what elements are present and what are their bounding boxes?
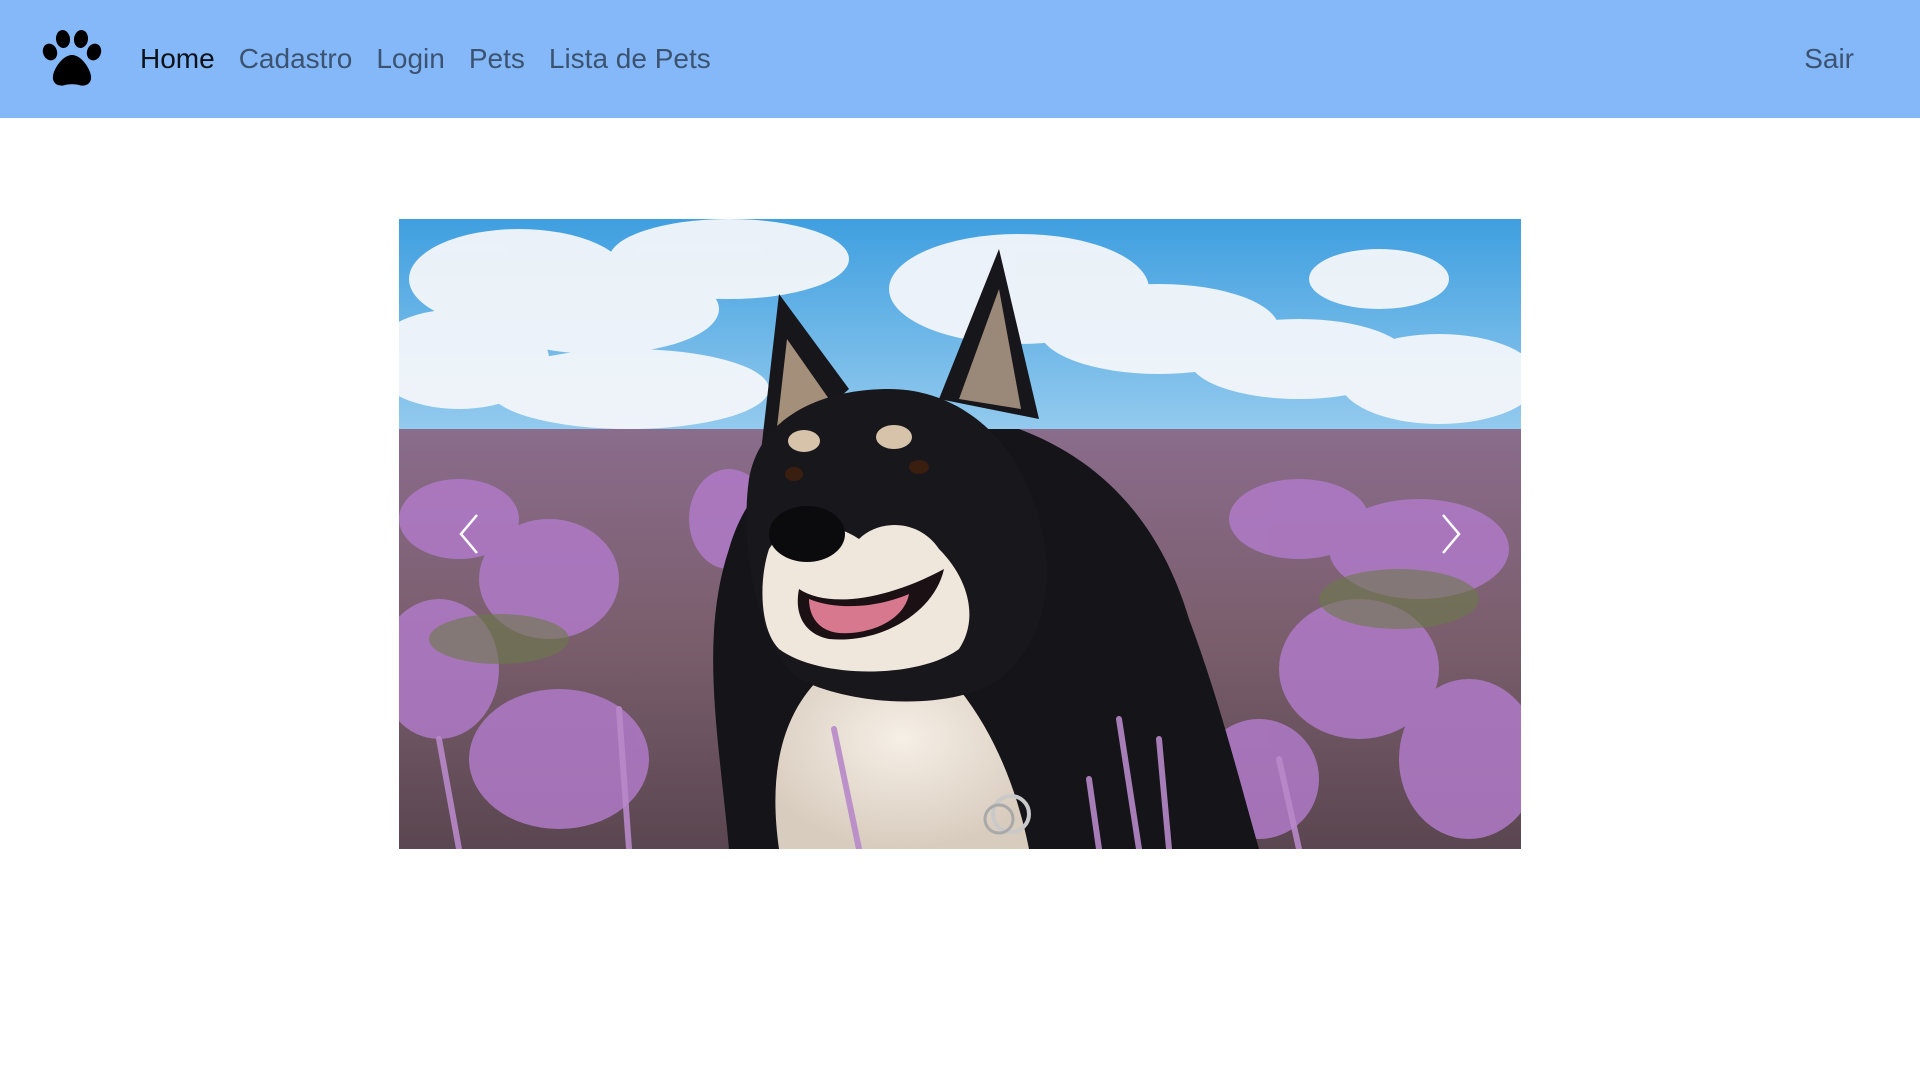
chevron-right-icon xyxy=(1442,514,1461,554)
nav-link-home[interactable]: Home xyxy=(128,45,227,73)
nav-link-lista-de-pets[interactable]: Lista de Pets xyxy=(537,45,723,73)
nav-links: Home Cadastro Login Pets Lista de Pets xyxy=(128,45,723,73)
nav-link-pets[interactable]: Pets xyxy=(457,45,537,73)
paw-icon xyxy=(42,30,102,86)
image-carousel xyxy=(399,219,1521,849)
nav-link-sair[interactable]: Sair xyxy=(1792,45,1866,73)
carousel-next-button[interactable] xyxy=(1381,219,1521,849)
nav-link-login[interactable]: Login xyxy=(364,45,457,73)
navbar: Home Cadastro Login Pets Lista de Pets S… xyxy=(0,0,1920,118)
nav-link-cadastro[interactable]: Cadastro xyxy=(227,45,365,73)
dog-in-heather-field-photo xyxy=(399,219,1521,849)
brand-logo[interactable] xyxy=(40,27,104,91)
carousel-prev-button[interactable] xyxy=(399,219,539,849)
chevron-left-icon xyxy=(459,514,478,554)
